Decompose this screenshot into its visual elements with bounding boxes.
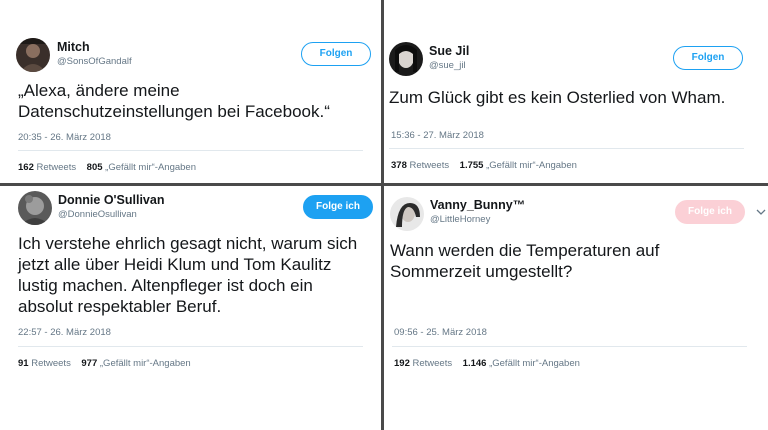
retweet-label[interactable]: Retweets	[31, 358, 71, 369]
chevron-down-icon[interactable]	[756, 207, 766, 217]
tweet-stats: 192 Retweets 1.146 „Gefällt mir“-Angaben	[394, 358, 580, 369]
tweet-date[interactable]: 15:36 - 27. März 2018	[391, 130, 484, 141]
author-handle[interactable]: @SonsOfGandalf	[57, 56, 132, 67]
retweet-label[interactable]: Retweets	[410, 160, 450, 171]
like-count[interactable]: 977	[81, 358, 97, 369]
tweet-text: Zum Glück gibt es kein Osterlied von Wha…	[389, 87, 764, 108]
author-name[interactable]: Sue Jil	[429, 44, 469, 58]
retweet-count[interactable]: 192	[394, 358, 410, 369]
like-label[interactable]: „Gefällt mir“-Angaben	[105, 162, 196, 173]
retweet-count[interactable]: 378	[391, 160, 407, 171]
author-name[interactable]: Mitch	[57, 40, 90, 54]
separator	[18, 150, 363, 151]
separator	[18, 346, 363, 347]
following-button[interactable]: Folge ich	[303, 195, 373, 219]
like-count[interactable]: 1.755	[460, 160, 484, 171]
retweet-label[interactable]: Retweets	[37, 162, 77, 173]
avatar[interactable]	[16, 38, 50, 72]
author-handle[interactable]: @LittleHorney	[430, 214, 490, 225]
tweet-date[interactable]: 22:57 - 26. März 2018	[18, 327, 111, 338]
like-label[interactable]: „Gefällt mir“-Angaben	[486, 160, 577, 171]
author-handle[interactable]: @sue_jil	[429, 60, 466, 71]
retweet-count[interactable]: 162	[18, 162, 34, 173]
tweet-text: Ich verstehe ehrlich gesagt nicht, warum…	[18, 233, 380, 317]
retweet-label[interactable]: Retweets	[413, 358, 453, 369]
tweet-text: „Alexa, ändere meine Datenschutzeinstell…	[18, 80, 378, 122]
retweet-count[interactable]: 91	[18, 358, 29, 369]
separator	[389, 148, 744, 149]
tweet-text: Wann werden die Temperaturen auf Sommerz…	[390, 240, 764, 282]
tweet-text-line: Wann werden die Temperaturen auf	[390, 241, 660, 260]
separator	[392, 346, 747, 347]
follow-button[interactable]: Folgen	[301, 42, 371, 66]
avatar[interactable]	[389, 42, 423, 76]
tweet-stats: 91 Retweets 977 „Gefällt mir“-Angaben	[18, 358, 191, 369]
follow-button[interactable]: Folgen	[673, 46, 743, 70]
like-count[interactable]: 1.146	[463, 358, 487, 369]
tweet-date[interactable]: 09:56 - 25. März 2018	[394, 327, 487, 338]
tweet-date[interactable]: 20:35 - 26. März 2018	[18, 132, 111, 143]
author-handle[interactable]: @DonnieOsullivan	[58, 209, 137, 220]
following-button[interactable]: Folge ich	[675, 200, 745, 224]
tweet-text-line: Ich verstehe ehrlich gesagt nicht, warum…	[18, 234, 358, 253]
author-name[interactable]: Vanny_Bunny™	[430, 198, 525, 212]
like-label[interactable]: „Gefällt mir“-Angaben	[100, 358, 191, 369]
like-count[interactable]: 805	[87, 162, 103, 173]
tweet-text-line: lustig machen. Altenpfleger ist doch ein	[18, 276, 313, 295]
tweet-stats: 162 Retweets 805 „Gefällt mir“-Angaben	[18, 162, 196, 173]
tweet-text-line: „Alexa, ändere meine	[18, 81, 180, 100]
tweet-text-line: jetzt alle über Heidi Klum und Tom Kauli…	[18, 255, 332, 274]
tweet-text-line: Datenschutzeinstellungen bei Facebook.“	[18, 102, 330, 121]
tweet-card-mitch: Mitch @SonsOfGandalf Folgen „Alexa, ände…	[0, 0, 381, 183]
tweet-text-line: Zum Glück gibt es kein Osterlied von Wha…	[389, 88, 726, 107]
tweet-card-vanny-bunny: Vanny_Bunny™ @LittleHorney Folge ich Wan…	[384, 186, 768, 430]
tweet-text-line: Sommerzeit umgestellt?	[390, 262, 573, 281]
tweet-text-line: absolut respektabler Beruf.	[18, 297, 222, 316]
author-name[interactable]: Donnie O'Sullivan	[58, 193, 164, 207]
tweet-card-donnie: Donnie O'Sullivan @DonnieOsullivan Folge…	[0, 186, 381, 430]
like-label[interactable]: „Gefällt mir“-Angaben	[489, 358, 580, 369]
tweet-stats: 378 Retweets 1.755 „Gefällt mir“-Angaben	[391, 160, 577, 171]
avatar[interactable]	[390, 197, 424, 231]
tweet-card-sue-jil: Sue Jil @sue_jil Folgen Zum Glück gibt e…	[384, 0, 768, 183]
avatar[interactable]	[18, 191, 52, 225]
